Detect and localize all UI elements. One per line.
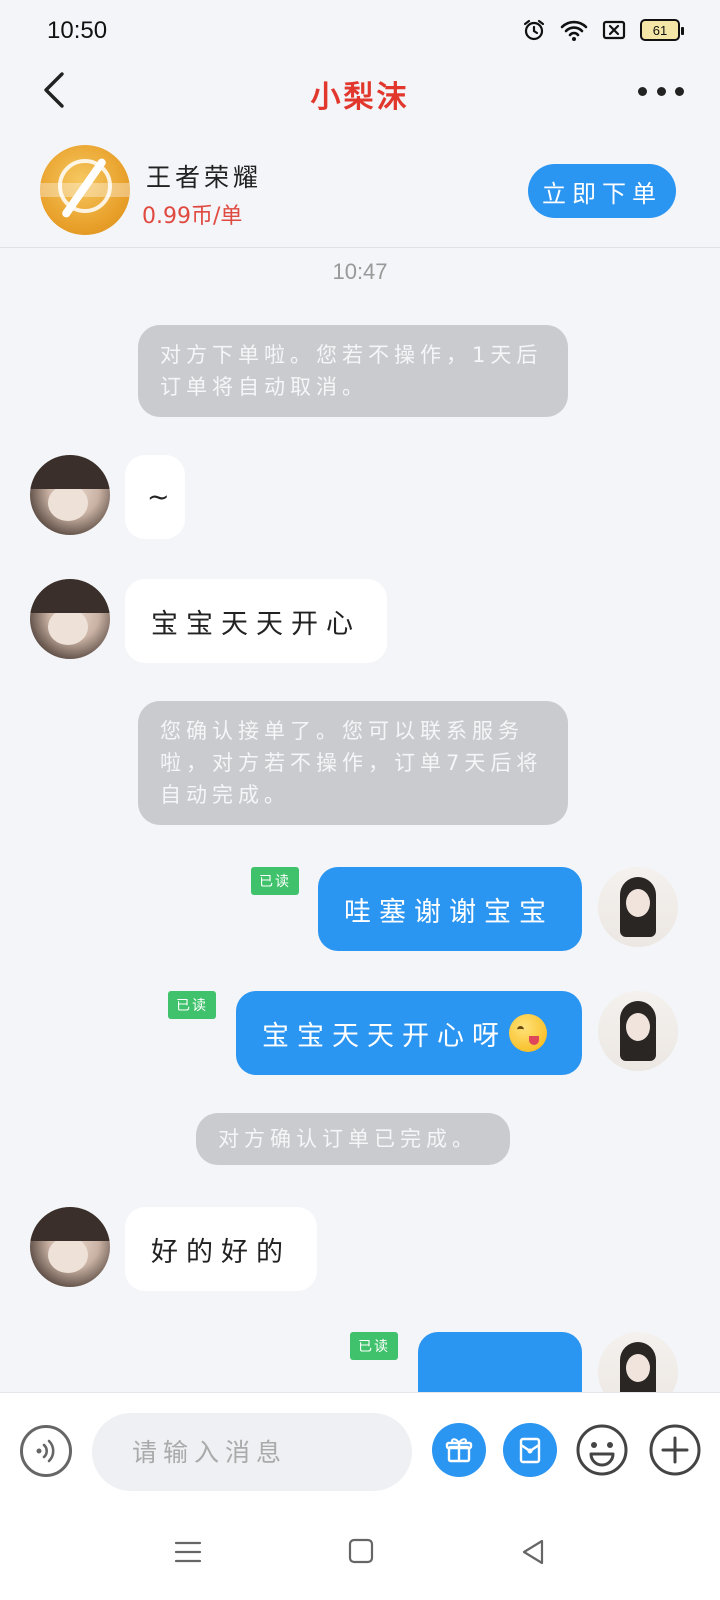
system-message: 对方下单啦。您若不操作，1天后订单将自动取消。 [138, 325, 568, 417]
contact-avatar[interactable] [30, 579, 110, 659]
gift-icon [445, 1438, 473, 1463]
outgoing-message-bubble[interactable]: 宝宝天天开心呀 [236, 991, 582, 1075]
read-status-badge: 已读 [350, 1332, 398, 1360]
chat-header: 小梨沫 [0, 60, 720, 122]
nav-home-button[interactable] [348, 1538, 374, 1564]
yum-face-emoji [509, 1014, 547, 1052]
page-title: 小梨沫 [310, 80, 410, 115]
read-status-badge: 已读 [251, 867, 299, 895]
game-price: 0.99币/单 [142, 204, 243, 229]
incoming-message-bubble[interactable]: 宝宝天天开心 [125, 579, 387, 663]
status-time: 10:50 [47, 17, 108, 44]
status-bar: 10:50 61 [0, 0, 720, 60]
outgoing-message-bubble[interactable]: 哇塞谢谢宝宝 [318, 867, 582, 951]
my-avatar[interactable] [598, 867, 678, 947]
back-icon [522, 1539, 544, 1565]
game-logo [40, 145, 130, 235]
chat-timestamp: 10:47 [332, 259, 388, 284]
more-horizontal-icon [638, 86, 647, 96]
emoji-button[interactable] [575, 1423, 629, 1477]
plus-button[interactable] [648, 1423, 702, 1477]
message-text: 宝宝天天开心呀 [262, 1020, 507, 1052]
place-order-button[interactable]: 立即下单 [528, 164, 676, 218]
incoming-message-bubble[interactable]: 好的好的 [125, 1207, 317, 1291]
read-status-badge: 已读 [168, 991, 216, 1019]
wifi-icon [560, 20, 588, 41]
my-avatar[interactable] [598, 1332, 678, 1392]
red-packet-icon [519, 1437, 541, 1464]
message-input[interactable] [92, 1413, 412, 1491]
system-message: 对方确认订单已完成。 [196, 1113, 510, 1165]
more-horizontal-icon [675, 86, 684, 96]
voice-icon [36, 1439, 55, 1463]
game-name: 王者荣耀 [146, 163, 263, 192]
red-packet-button[interactable] [503, 1423, 557, 1477]
alarm-icon [523, 19, 545, 41]
emoji-icon [576, 1424, 628, 1476]
order-card: 王者荣耀 0.99币/单 立即下单 [0, 130, 720, 248]
my-avatar[interactable] [598, 991, 678, 1071]
more-horizontal-icon [656, 86, 666, 96]
sim-none-icon [602, 20, 626, 40]
battery-icon: 61 [640, 19, 684, 41]
nav-menu-button[interactable] [174, 1540, 202, 1564]
message-composer [0, 1392, 720, 1502]
more-button[interactable] [638, 80, 684, 102]
nav-back-button[interactable] [520, 1538, 546, 1566]
outgoing-message-bubble[interactable] [418, 1332, 582, 1392]
incoming-message-bubble[interactable]: ~ [125, 455, 185, 539]
voice-button[interactable] [20, 1425, 72, 1477]
contact-avatar[interactable] [30, 455, 110, 535]
contact-avatar[interactable] [30, 1207, 110, 1287]
menu-icon [174, 1541, 202, 1563]
chat-message-list[interactable]: 10:47 对方下单啦。您若不操作，1天后订单将自动取消。 ~ 宝宝天天开心 您… [0, 249, 720, 1392]
plus-icon [649, 1424, 701, 1476]
system-nav-bar [0, 1502, 720, 1600]
status-icons: 61 [522, 18, 684, 42]
home-icon [348, 1538, 374, 1564]
gift-button[interactable] [432, 1423, 486, 1477]
system-message: 您确认接单了。您可以联系服务啦，对方若不操作，订单7天后将自动完成。 [138, 701, 568, 825]
